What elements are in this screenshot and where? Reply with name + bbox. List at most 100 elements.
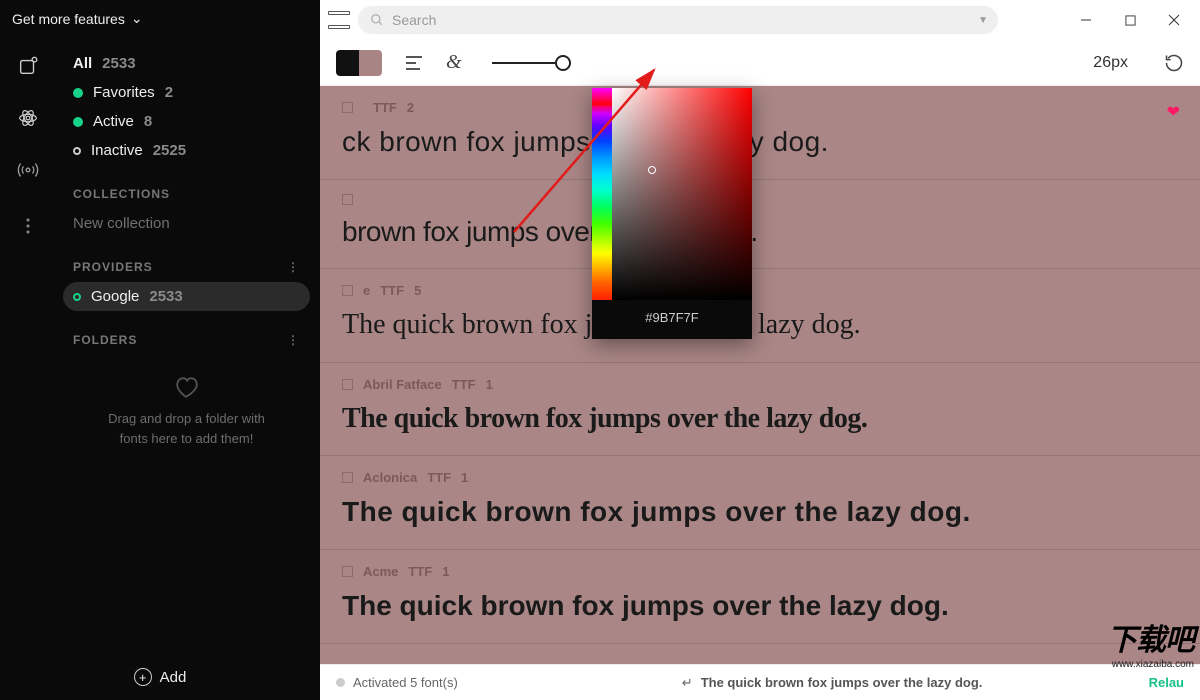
atom-icon[interactable] xyxy=(17,107,39,129)
font-name: Acme xyxy=(363,564,398,579)
reset-icon[interactable] xyxy=(1164,53,1184,73)
sidebar-rail xyxy=(0,37,55,654)
ligature-icon[interactable]: & xyxy=(446,51,462,74)
toolbar: & 26px xyxy=(320,40,1200,86)
font-meta: eTTF5 xyxy=(342,283,1178,298)
favorites-label: Favorites xyxy=(93,84,155,101)
sidebar: Get more features ⌄ All xyxy=(0,0,320,700)
dropzone-text: Drag and drop a folder with fonts here t… xyxy=(93,409,280,448)
inactive-count: 2525 xyxy=(153,142,186,159)
main-panel: Search ▼ & xyxy=(320,0,1200,700)
more-features-button[interactable]: Get more features ⌄ xyxy=(0,0,320,37)
search-dropdown-icon[interactable]: ▼ xyxy=(978,15,988,26)
all-label: All xyxy=(73,55,92,72)
font-row[interactable]: TTF2ck brown fox jumps over the lazy dog… xyxy=(320,86,1200,180)
align-icon[interactable] xyxy=(404,55,424,71)
color-swatch-button[interactable] xyxy=(336,50,382,76)
font-sample: The quick brown fox jumps over the lazy … xyxy=(342,402,1178,436)
favorites-count: 2 xyxy=(165,84,173,101)
font-row[interactable]: AcmeTTF1The quick brown fox jumps over t… xyxy=(320,550,1200,644)
sv-cursor[interactable] xyxy=(648,166,656,174)
font-row[interactable]: brown fox jumps over the lazy dog. xyxy=(320,180,1200,270)
google-label: Google xyxy=(91,288,139,305)
checkbox-icon[interactable] xyxy=(342,285,353,296)
font-meta: Acme TTF 1 xyxy=(342,564,1178,579)
return-icon: ↵ xyxy=(682,675,693,691)
sidebar-item-all[interactable]: All 2533 xyxy=(63,49,310,78)
hue-slider[interactable] xyxy=(592,88,612,300)
more-icon[interactable] xyxy=(17,215,39,237)
library-icon[interactable] xyxy=(17,55,39,77)
add-label: Add xyxy=(160,669,187,686)
slider-thumb[interactable] xyxy=(555,55,571,71)
folders-more-icon[interactable]: ⋮ xyxy=(287,333,300,347)
active-label: Active xyxy=(93,113,134,130)
status-dot-icon xyxy=(336,678,345,687)
saturation-value-area[interactable] xyxy=(612,88,752,300)
font-meta xyxy=(342,194,1178,205)
color-hex-value: #9B7F7F xyxy=(592,300,752,339)
sidebar-item-active[interactable]: Active 8 xyxy=(63,107,310,136)
hollow-dot-icon xyxy=(73,147,81,155)
font-list[interactable]: TTF2ck brown fox jumps over the lazy dog… xyxy=(320,86,1200,664)
broadcast-icon[interactable] xyxy=(17,159,39,181)
font-name: Abril Fatface xyxy=(363,377,442,392)
search-icon xyxy=(370,13,384,27)
inactive-label: Inactive xyxy=(91,142,143,159)
window-close-button[interactable] xyxy=(1156,4,1192,36)
font-format: TTF xyxy=(373,100,397,115)
checkbox-icon[interactable] xyxy=(342,472,353,483)
chevron-down-icon: ⌄ xyxy=(131,10,143,27)
providers-more-icon[interactable]: ⋮ xyxy=(287,260,300,274)
size-slider[interactable] xyxy=(492,62,564,64)
sidebar-item-favorites[interactable]: Favorites 2 xyxy=(63,78,310,107)
font-row[interactable]: eTTF5The quick brown fox jumps over the … xyxy=(320,269,1200,363)
font-row[interactable]: AclonicaTTF1 The quick brown fox jumps ov… xyxy=(320,456,1200,550)
font-variant-count: 1 xyxy=(486,377,493,392)
font-row[interactable]: Abril Fatface TTF 1 The quick brown fox jum… xyxy=(320,363,1200,457)
checkbox-icon[interactable] xyxy=(342,566,353,577)
search-placeholder: Search xyxy=(392,12,436,28)
dot-icon xyxy=(73,88,83,98)
folders-dropzone[interactable]: Drag and drop a folder with fonts here t… xyxy=(63,355,310,468)
font-meta: TTF 2 xyxy=(342,100,1178,115)
checkbox-icon[interactable] xyxy=(342,102,353,113)
active-count: 8 xyxy=(144,113,152,130)
window-bar: Search ▼ xyxy=(320,0,1200,40)
color-picker-popover[interactable]: #9B7F7F xyxy=(592,88,752,339)
font-sample: The quick brown fox jumps over the lazy … xyxy=(342,308,1178,342)
font-variant-count: 1 xyxy=(442,564,449,579)
sidebar-item-inactive[interactable]: Inactive 2525 xyxy=(63,136,310,165)
hollow-dot-icon xyxy=(73,293,81,301)
checkbox-icon[interactable] xyxy=(342,379,353,390)
search-input[interactable]: Search ▼ xyxy=(358,6,998,34)
status-activated: Activated 5 font(s) xyxy=(336,675,458,690)
font-variant-count: 5 xyxy=(414,283,421,298)
heart-icon xyxy=(173,375,201,399)
font-format: TTF xyxy=(408,564,432,579)
watermark: 下载吧 www.xiazaiba.com xyxy=(1107,615,1194,670)
font-sample: The quick brown fox jumps over the lazy … xyxy=(342,495,1178,529)
google-count: 2533 xyxy=(149,288,182,305)
more-features-label: Get more features xyxy=(12,11,125,27)
status-sample: ↵ The quick brown fox jumps over the laz… xyxy=(682,675,983,691)
font-variant-count: 1 xyxy=(461,470,468,485)
sidebar-item-google[interactable]: Google 2533 xyxy=(63,282,310,311)
font-format: TTF xyxy=(380,283,404,298)
font-format: TTF xyxy=(452,377,476,392)
add-button[interactable]: + Add xyxy=(0,654,320,700)
folders-heading: FOLDERS ⋮ xyxy=(73,333,300,347)
font-variant-count: 2 xyxy=(407,100,414,115)
layout-toggle-icon[interactable] xyxy=(328,9,350,31)
providers-heading: PROVIDERS ⋮ xyxy=(73,260,300,274)
font-meta: AclonicaTTF1 xyxy=(342,470,1178,485)
status-bar: Activated 5 font(s) ↵ The quick brown fo… xyxy=(320,664,1200,700)
window-maximize-button[interactable] xyxy=(1112,4,1148,36)
relaunch-button[interactable]: Relau xyxy=(1149,675,1184,690)
size-value: 26px xyxy=(1093,54,1128,72)
window-minimize-button[interactable] xyxy=(1068,4,1104,36)
checkbox-icon[interactable] xyxy=(342,194,353,205)
font-sample: brown fox jumps over the lazy dog. xyxy=(342,215,1178,249)
favorite-icon[interactable]: ❤ xyxy=(1167,102,1180,122)
new-collection-button[interactable]: New collection xyxy=(63,209,310,238)
